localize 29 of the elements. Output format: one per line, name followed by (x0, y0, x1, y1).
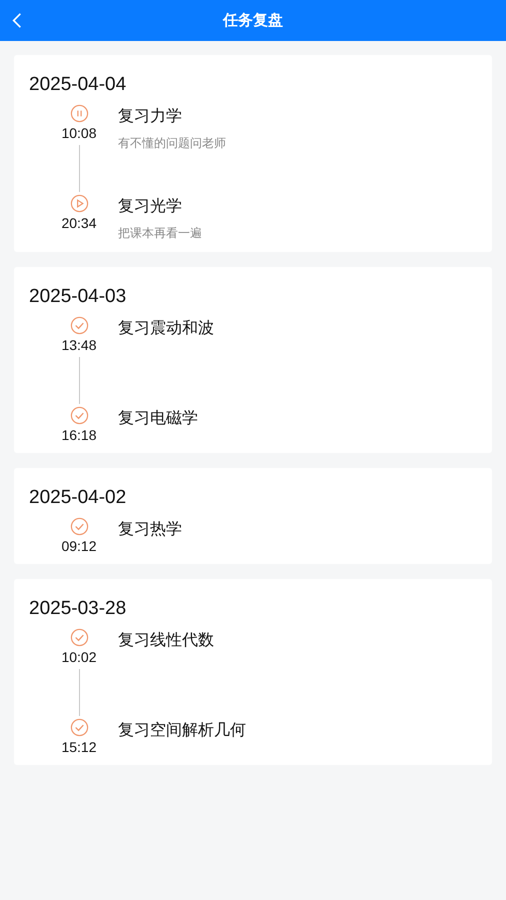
back-icon[interactable] (12, 12, 22, 29)
task-time: 10:08 (61, 125, 97, 141)
task-time: 16:18 (61, 427, 97, 443)
task-title[interactable]: 复习空间解析几何 (118, 720, 246, 741)
task-title[interactable]: 复习震动和波 (118, 318, 214, 339)
task-time: 09:12 (61, 538, 97, 554)
page-title: 任务复盘 (223, 11, 283, 30)
check-circle-icon (70, 406, 88, 425)
date-heading: 2025-03-28 (29, 598, 128, 620)
play-icon (70, 194, 88, 213)
task-time: 10:02 (61, 649, 97, 665)
date-heading: 2025-04-03 (29, 286, 128, 308)
task-title[interactable]: 复习线性代数 (118, 630, 214, 651)
task-note: 把课本再看一遍 (118, 225, 202, 242)
pause-icon (70, 104, 88, 123)
task-title[interactable]: 复习电磁学 (118, 408, 198, 429)
date-heading: 2025-04-02 (29, 487, 128, 509)
task-title[interactable]: 复习光学 (118, 196, 202, 217)
date-heading: 2025-04-04 (29, 74, 128, 96)
task-title[interactable]: 复习热学 (118, 519, 182, 540)
task-note: 有不懂的问题问老师 (118, 135, 226, 152)
check-circle-icon (70, 316, 88, 335)
task-time: 15:12 (61, 739, 97, 755)
task-title[interactable]: 复习力学 (118, 106, 226, 127)
check-circle-icon (70, 718, 88, 737)
task-time: 20:34 (61, 215, 97, 231)
task-time: 13:48 (61, 337, 97, 353)
check-circle-icon (70, 517, 88, 536)
check-circle-icon (70, 628, 88, 647)
